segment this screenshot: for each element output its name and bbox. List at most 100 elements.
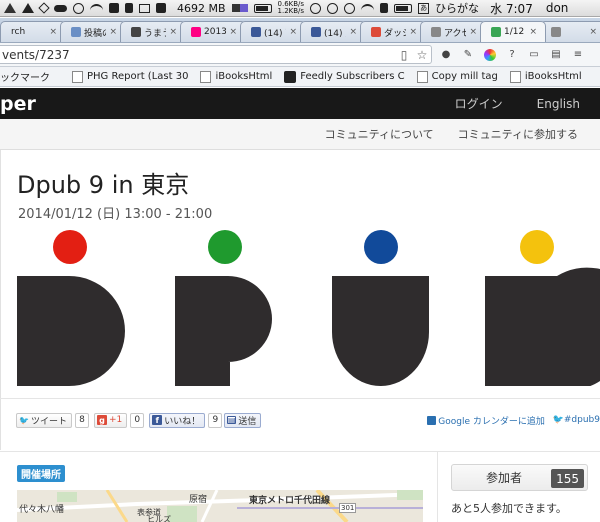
- gpu-icon[interactable]: [231, 0, 248, 16]
- monitor-icon[interactable]: [156, 0, 166, 16]
- browser-tab[interactable]: (14) 覚×: [300, 21, 366, 42]
- help-icon[interactable]: ?: [504, 47, 520, 63]
- wifi-sync-icon[interactable]: [73, 0, 84, 16]
- facebook-icon: [311, 27, 321, 37]
- browser-tab[interactable]: rch ×: [0, 21, 66, 42]
- time-machine-icon[interactable]: [327, 0, 339, 16]
- input-method-icon[interactable]: あ: [418, 0, 430, 16]
- language-link[interactable]: English: [537, 97, 580, 111]
- close-tab-icon[interactable]: ×: [529, 27, 537, 37]
- close-tab-icon[interactable]: ×: [229, 27, 237, 37]
- google-calendar-link[interactable]: Google カレンダーに追加: [427, 414, 545, 427]
- bookmark-item[interactable]: PHG Report (Last 30: [72, 70, 188, 83]
- content-separator: [0, 451, 600, 452]
- browser-tab[interactable]: アクセ×: [420, 21, 486, 42]
- feedly-icon: [284, 70, 297, 83]
- doc-icon: [509, 70, 521, 83]
- face-icon: [131, 27, 141, 37]
- attendees-button[interactable]: 参加者 155: [451, 464, 588, 491]
- remaining-seats-text: あと5人参加できます。: [451, 502, 567, 515]
- page-icon[interactable]: ▯: [397, 48, 411, 62]
- address-bar[interactable]: vents/7237 ▯ ☆: [0, 45, 432, 64]
- accessibility-icon[interactable]: [344, 0, 356, 16]
- browser-tab[interactable]: 2013-1×: [180, 21, 246, 42]
- evernote-icon[interactable]: ●: [438, 47, 454, 63]
- tweet-label: ツイート: [31, 416, 68, 427]
- facebook-like-button[interactable]: f いいね！: [149, 412, 206, 428]
- app-icon[interactable]: [4, 0, 16, 16]
- chart-extension-icon[interactable]: ▤: [548, 47, 564, 63]
- logo-dot-green: [208, 230, 242, 264]
- address-url[interactable]: vents/7237: [2, 48, 395, 62]
- close-tab-icon[interactable]: ×: [589, 27, 597, 37]
- map-label-yoyogi-hachiman: 代々木八幡: [19, 505, 65, 515]
- screen-icon[interactable]: [139, 0, 150, 16]
- network-speed[interactable]: 0.6KB/s 1.2KB/s: [278, 0, 305, 16]
- event-date: 2014/01/12 (日) 13:00 - 21:00: [18, 207, 213, 222]
- gplus-label: +1: [109, 415, 123, 425]
- send-button[interactable]: ▤ 送信: [224, 412, 262, 428]
- close-tab-icon[interactable]: ×: [469, 27, 477, 37]
- site-nav-right: ログイン English: [421, 95, 600, 112]
- browser-tab-strip: rch×投稿の編×うまう×2013-1×(14) 西×(14) 覚×ダッシ×アク…: [0, 18, 600, 43]
- clock[interactable]: 水 7:07: [490, 0, 533, 16]
- menu-icon[interactable]: ≡: [570, 47, 586, 63]
- close-tab-icon[interactable]: ×: [289, 27, 297, 37]
- close-tab-icon[interactable]: ×: [169, 27, 177, 37]
- gplus-button[interactable]: g +1: [94, 412, 128, 428]
- wifi-status-icon[interactable]: [361, 0, 375, 16]
- bookmark-label: ックマーク: [0, 73, 50, 84]
- column-divider: [437, 452, 438, 522]
- volume-icon[interactable]: [125, 0, 133, 16]
- browser-tab[interactable]: 1/12 D×: [480, 21, 546, 42]
- like-count: 9: [208, 412, 223, 428]
- close-tab-icon[interactable]: ×: [49, 27, 57, 37]
- hashtag-link[interactable]: 🐦 #dpub9: [545, 415, 600, 425]
- site-logo[interactable]: per: [0, 93, 36, 115]
- bookmark-label: iBooksHtml: [524, 71, 582, 82]
- cloud-icon[interactable]: [54, 0, 67, 16]
- memory-readout[interactable]: 4692 MB: [177, 0, 226, 16]
- browser-tab[interactable]: ダッシ×: [360, 21, 426, 42]
- dropbox-icon[interactable]: [38, 0, 50, 16]
- bookmark-item[interactable]: Copy mill tag: [416, 70, 498, 83]
- bookmark-item[interactable]: iBooksHtml: [509, 70, 582, 83]
- box-extension-icon[interactable]: ▭: [526, 47, 542, 63]
- map-label-hills: ヒルズ: [147, 515, 171, 522]
- browser-tab[interactable]: ×: [540, 21, 600, 42]
- about-community-link[interactable]: コミュニティについて: [325, 126, 434, 142]
- user-name[interactable]: don: [546, 0, 569, 16]
- extension-icon[interactable]: ✎: [460, 47, 476, 63]
- close-tab-icon[interactable]: ×: [409, 27, 417, 37]
- speaker-icon[interactable]: [380, 0, 389, 16]
- bookmark-item[interactable]: Feedly Subscribers C: [284, 70, 405, 83]
- close-tab-icon[interactable]: ×: [109, 27, 117, 37]
- logo-letter-p: [175, 276, 272, 386]
- drive-icon[interactable]: [22, 0, 34, 16]
- color-picker-icon[interactable]: [482, 47, 498, 63]
- browser-tab[interactable]: うまう×: [120, 21, 186, 42]
- venue-map[interactable]: 代々木八幡 原宿 表参道 ヒルズ 東京メトロ千代田線 301: [17, 490, 423, 522]
- briefcase-icon[interactable]: [109, 0, 119, 16]
- browser-tab[interactable]: (14) 西×: [240, 21, 306, 42]
- login-link[interactable]: ログイン: [455, 95, 503, 112]
- tab-label: アクセ: [444, 28, 466, 39]
- browser-tab[interactable]: 投稿の編×: [60, 21, 126, 42]
- macos-menubar: 4692 MB 0.6KB/s 1.2KB/s あ ひらがな 水 7:07 don: [0, 0, 600, 17]
- calendar-icon: [427, 415, 437, 425]
- bookmark-item[interactable]: iBooksHtml: [200, 70, 272, 83]
- input-method-label[interactable]: ひらがな: [435, 0, 479, 16]
- doc-icon: [416, 70, 428, 83]
- map-label-harajuku: 原宿: [189, 495, 208, 505]
- attendees-count: 155: [551, 469, 584, 488]
- bookmark-item[interactable]: ックマーク: [0, 69, 50, 84]
- join-community-link[interactable]: コミュニティに参加する: [458, 126, 578, 142]
- wifi-icon[interactable]: [90, 0, 103, 16]
- battery-icon[interactable]: [394, 0, 413, 16]
- close-tab-icon[interactable]: ×: [349, 27, 357, 37]
- battery-meter[interactable]: [253, 0, 272, 16]
- tweet-button[interactable]: 🐦 ツイート: [16, 412, 73, 428]
- map-labels: 代々木八幡 原宿 表参道 ヒルズ 東京メトロ千代田線 301: [17, 490, 423, 522]
- bluetooth-icon[interactable]: [310, 0, 322, 16]
- bookmark-star-icon[interactable]: ☆: [415, 48, 429, 62]
